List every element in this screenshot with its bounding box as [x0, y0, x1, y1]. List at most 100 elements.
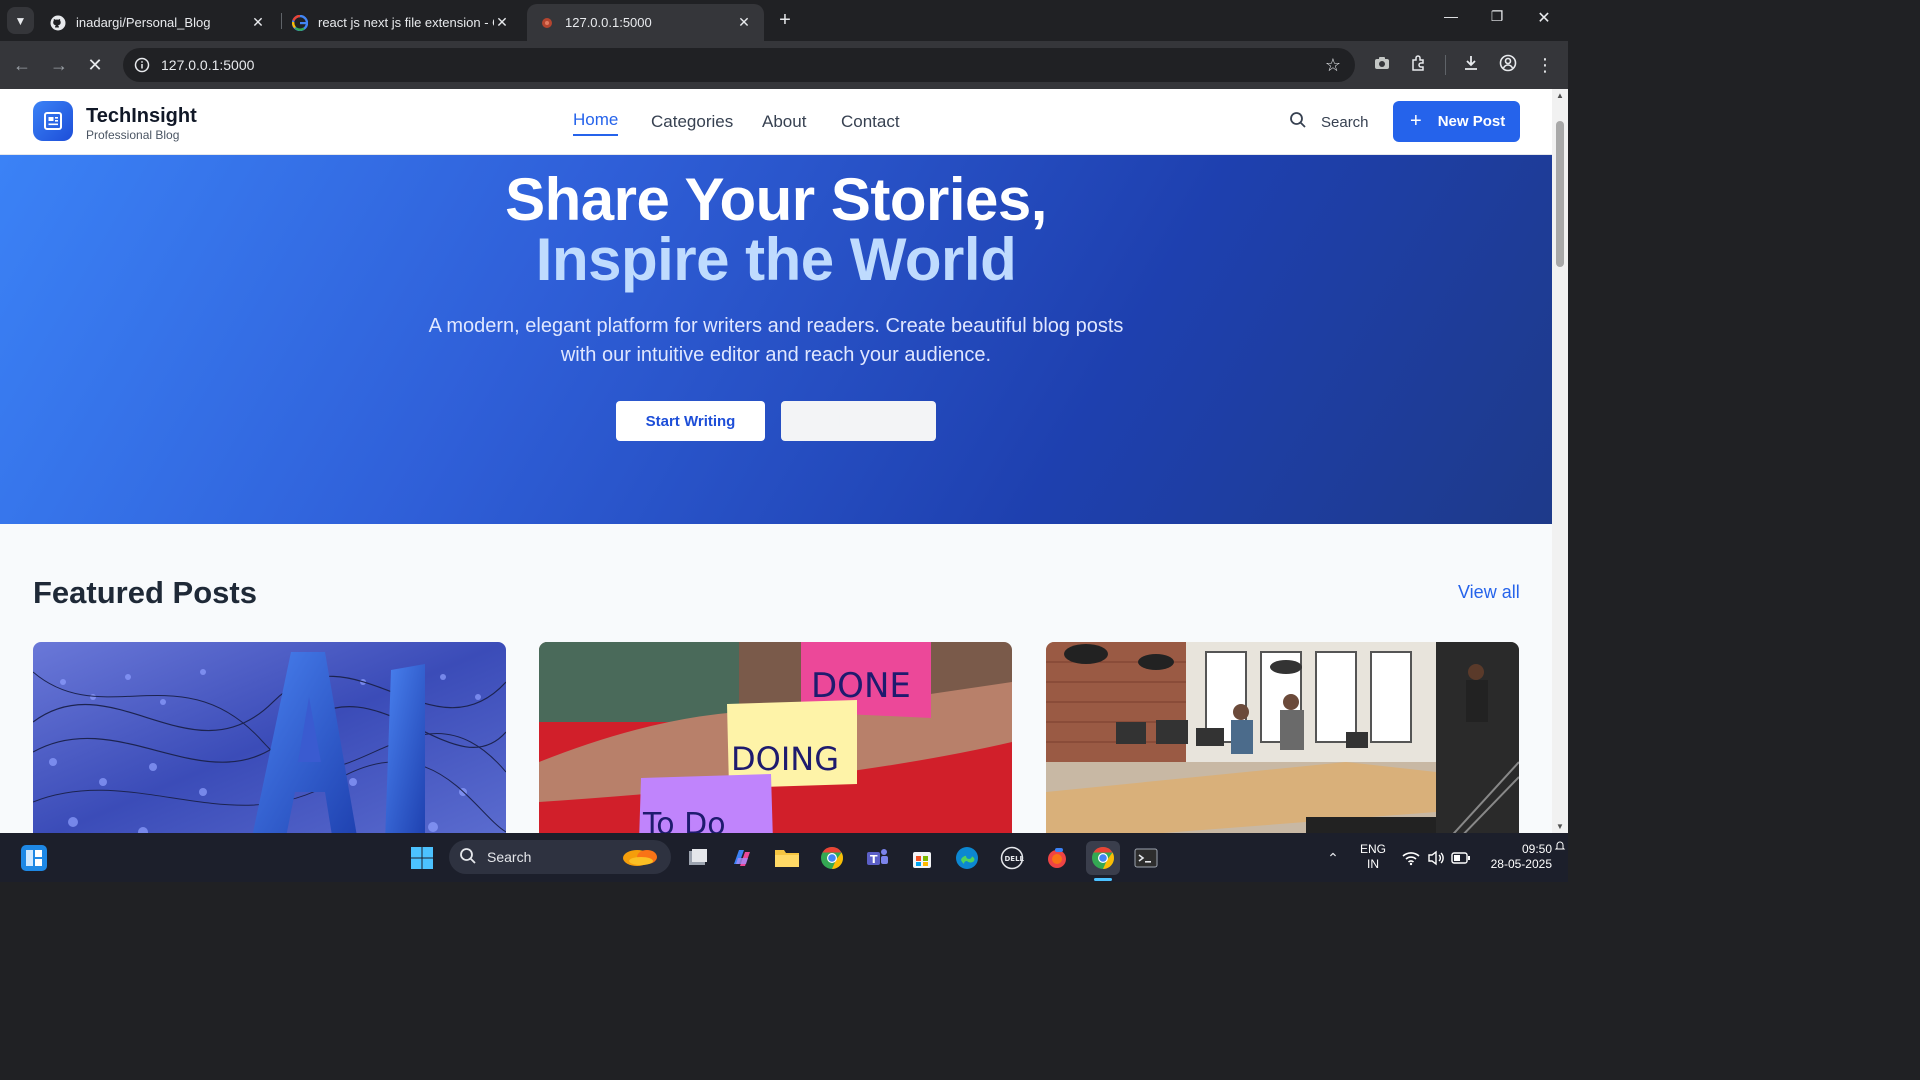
site-info-icon[interactable] [132, 55, 152, 75]
taskbar-search[interactable]: Search [449, 840, 671, 874]
browser-tab[interactable]: react js next js file extension - G ✕ [280, 4, 522, 41]
microsoft-store-icon[interactable] [909, 845, 935, 871]
hero-title-line1: Share Your Stories, [505, 166, 1047, 233]
file-explorer-icon[interactable] [774, 845, 800, 871]
svg-text:T: T [870, 853, 878, 866]
scroll-down-arrow-icon[interactable]: ▼ [1555, 822, 1565, 831]
terminal-icon[interactable] [1133, 845, 1159, 871]
toolbar-divider [1445, 55, 1446, 75]
search-button[interactable]: Search [1289, 111, 1369, 133]
search-icon [459, 847, 477, 868]
tab-search-button[interactable]: ▼ [7, 7, 34, 34]
nav-contact[interactable]: Contact [841, 112, 900, 132]
nav-categories[interactable]: Categories [651, 112, 733, 132]
edge-icon[interactable] [954, 845, 980, 871]
forward-icon[interactable]: → [48, 54, 70, 76]
hero-title-line2: Inspire the World [535, 226, 1017, 293]
hero-section: Share Your Stories, Inspire the World A … [0, 155, 1552, 524]
post-card[interactable] [1046, 642, 1519, 833]
extensions-icon[interactable] [1408, 54, 1430, 76]
brand-name[interactable]: TechInsight [86, 105, 197, 128]
browser-tab-strip: ▼ inadargi/Personal_Blog ✕ react js next… [0, 0, 1568, 41]
tab-title: 127.0.0.1:5000 [565, 15, 652, 30]
close-icon[interactable]: ✕ [494, 14, 510, 31]
search-icon [1289, 111, 1307, 133]
new-post-label: New Post [1437, 113, 1506, 130]
dell-icon[interactable]: DELL [999, 845, 1025, 871]
notification-bell-icon[interactable] [1554, 838, 1566, 850]
battery-icon[interactable] [1448, 845, 1474, 871]
browser-toolbar: ← → ✕ 127.0.0.1:5000 ☆ ⋮ [0, 41, 1568, 89]
new-tab-button[interactable]: + [775, 9, 795, 31]
chrome-profile-icon[interactable] [1086, 841, 1120, 875]
tab-title: inadargi/Personal_Blog [76, 15, 211, 30]
windows-start-icon[interactable] [409, 845, 435, 871]
page-scrollbar[interactable]: ▲ ▼ [1552, 89, 1568, 833]
teams-icon[interactable]: T [864, 845, 890, 871]
site-favicon-icon [539, 15, 555, 31]
explore-posts-button[interactable]: Explore Posts [781, 401, 936, 441]
note-done: DONE [811, 666, 911, 706]
hero-subtitle: A modern, elegant platform for writers a… [428, 315, 1124, 366]
nav-active-indicator [573, 134, 618, 136]
nav-home[interactable]: Home [573, 110, 618, 130]
open-office-image [1046, 642, 1519, 833]
back-icon[interactable]: ← [11, 54, 33, 76]
chrome-icon[interactable] [819, 845, 845, 871]
clock[interactable]: 09:50 28-05-2025 [1482, 842, 1552, 872]
wifi-icon[interactable] [1398, 845, 1424, 871]
taskbar-search-label: Search [487, 849, 532, 865]
brand-tagline: Professional Blog [86, 128, 180, 142]
start-writing-button[interactable]: Start Writing [616, 401, 765, 441]
restore-icon[interactable]: ❐ [1485, 8, 1509, 25]
download-icon[interactable] [1460, 54, 1482, 76]
google-icon [292, 14, 308, 31]
scroll-up-arrow-icon[interactable]: ▲ [1555, 91, 1565, 100]
scrollbar-thumb[interactable] [1556, 121, 1564, 267]
language-indicator[interactable]: ENG IN [1358, 842, 1388, 872]
featured-heading: Featured Posts [33, 575, 257, 610]
page-viewport: TechInsight Professional Blog Home Categ… [0, 89, 1552, 833]
screenshot-icon[interactable] [1371, 54, 1393, 76]
bookmark-star-icon[interactable]: ☆ [1325, 55, 1341, 76]
search-label: Search [1321, 113, 1369, 131]
note-doing: DOING [731, 740, 839, 778]
widgets-icon[interactable] [21, 845, 47, 871]
clock-date: 28-05-2025 [1490, 857, 1552, 871]
windows-taskbar: Search T DELL ⌃ ENG IN 09:50 28-05-2025 [0, 833, 1568, 882]
search-highlight-icon [621, 845, 661, 870]
copilot-icon[interactable] [729, 845, 755, 871]
site-header: TechInsight Professional Blog Home Categ… [0, 89, 1552, 155]
minimize-icon[interactable]: — [1439, 8, 1463, 24]
view-all-link[interactable]: View all [1458, 582, 1520, 603]
menu-kebab-icon[interactable]: ⋮ [1534, 54, 1556, 76]
svg-text:DELL: DELL [1005, 855, 1025, 863]
logo-newspaper-icon[interactable] [33, 101, 73, 141]
close-icon[interactable]: ✕ [250, 14, 266, 31]
region-code: IN [1367, 857, 1379, 871]
app-orange-icon[interactable] [1044, 845, 1070, 871]
task-view-icon[interactable] [685, 845, 711, 871]
note-todo: To Do [642, 807, 726, 833]
browser-tab-active[interactable]: 127.0.0.1:5000 ✕ [527, 4, 764, 41]
address-bar[interactable]: 127.0.0.1:5000 ☆ [123, 48, 1355, 82]
tray-overflow-chevron-icon[interactable]: ⌃ [1320, 845, 1346, 871]
post-card[interactable]: DONE DOING To Do [539, 642, 1012, 833]
tab-title: react js next js file extension - G [318, 15, 494, 30]
close-window-icon[interactable]: ✕ [1532, 8, 1556, 28]
browser-tab[interactable]: inadargi/Personal_Blog ✕ [38, 4, 278, 41]
address-text: 127.0.0.1:5000 [161, 57, 255, 73]
ai-3d-letters-image [33, 642, 506, 833]
new-post-button[interactable]: + New Post [1393, 101, 1520, 142]
profile-icon[interactable] [1497, 54, 1519, 76]
volume-icon[interactable] [1423, 845, 1449, 871]
clock-time: 09:50 [1521, 842, 1552, 856]
language-code: ENG [1359, 842, 1386, 856]
plus-icon: + [1410, 110, 1422, 132]
stop-loading-icon[interactable]: ✕ [84, 54, 106, 76]
post-card[interactable] [33, 642, 506, 833]
nav-about[interactable]: About [762, 112, 806, 132]
close-icon[interactable]: ✕ [736, 14, 752, 31]
sticky-notes-image: DONE DOING To Do [539, 642, 1012, 833]
github-icon [50, 15, 66, 31]
